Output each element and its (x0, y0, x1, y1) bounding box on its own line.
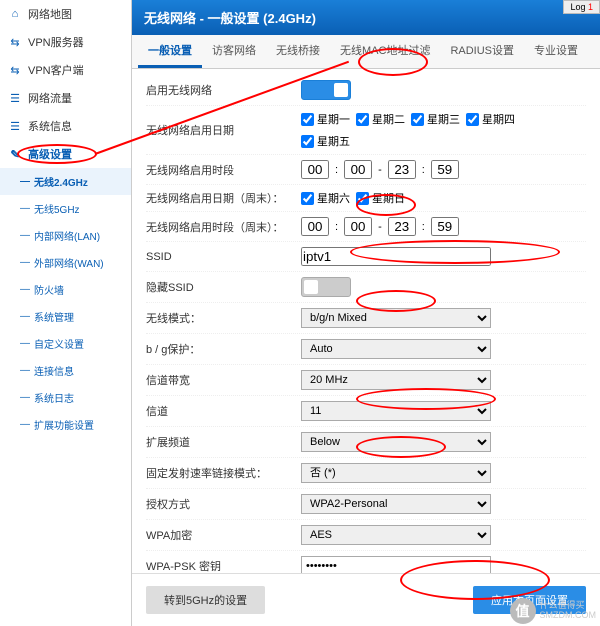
main-panel: 无线网络 - 一般设置 (2.4GHz) 一般设置 访客网络 无线桥接 无线MA… (132, 0, 600, 626)
label-schedule-date: 无线网络启用日期 (146, 122, 301, 138)
sidebar-sub-5ghz[interactable]: 无线5GHz (0, 195, 131, 222)
app-container: ⌂网络地图 ⇆VPN服务器 ⇆VPN客户端 ☰网络流量 ☰系统信息 ✎高级设置 … (0, 0, 600, 626)
label-bg: b / g保护： (146, 341, 301, 357)
wtime-to-h[interactable] (388, 217, 416, 236)
tab-general[interactable]: 一般设置 (138, 35, 202, 68)
label-schedule-time: 无线网络启用时段 (146, 162, 301, 178)
sidebar-item-traffic[interactable]: ☰网络流量 (0, 84, 131, 112)
sidebar-item-map[interactable]: ⌂网络地图 (0, 0, 131, 28)
select-bandwidth[interactable]: 20 MHz (301, 370, 491, 390)
label-ext: 扩展频道 (146, 434, 301, 450)
toggle-hide-ssid[interactable] (301, 277, 351, 297)
sidebar: ⌂网络地图 ⇆VPN服务器 ⇆VPN客户端 ☰网络流量 ☰系统信息 ✎高级设置 … (0, 0, 132, 626)
sidebar-sub-sysmanage[interactable]: 系统管理 (0, 303, 131, 330)
label-weekend-time: 无线网络启用时段（周末）： (146, 219, 301, 235)
wtime-to-m[interactable] (431, 217, 459, 236)
label-enable: 启用无线网络 (146, 82, 301, 98)
sidebar-item-vpnserver[interactable]: ⇆VPN服务器 (0, 28, 131, 56)
label-hidessid: 隐藏SSID (146, 279, 301, 295)
bars-icon: ☰ (8, 91, 22, 105)
tab-macfilter[interactable]: 无线MAC地址过滤 (330, 35, 440, 68)
sidebar-sub-conninfo[interactable]: 连接信息 (0, 357, 131, 384)
sidebar-item-vpnclient[interactable]: ⇆VPN客户端 (0, 56, 131, 84)
goto-5ghz-button[interactable]: 转到5GHz的设置 (146, 586, 265, 614)
select-bg[interactable]: Auto (301, 339, 491, 359)
select-wpa[interactable]: AES (301, 525, 491, 545)
select-mode[interactable]: b/g/n Mixed (301, 308, 491, 328)
select-auth[interactable]: WPA2-Personal (301, 494, 491, 514)
check-tue[interactable] (356, 113, 369, 126)
wtime-from-m[interactable] (344, 217, 372, 236)
label-auth: 授权方式 (146, 496, 301, 512)
check-fri[interactable] (301, 135, 314, 148)
sidebar-section-advanced[interactable]: ✎高级设置 (0, 140, 131, 168)
time-from-m[interactable] (344, 160, 372, 179)
form-body: 启用无线网络 无线网络启用日期 星期一 星期二 星期三 星期四 星期五 无线网络… (132, 69, 600, 573)
select-extchannel[interactable]: Below (301, 432, 491, 452)
label-fixed: 固定发射速率链接模式： (146, 465, 301, 481)
check-mon[interactable] (301, 113, 314, 126)
label-ssid: SSID (146, 251, 301, 263)
label-mode: 无线模式： (146, 310, 301, 326)
toggle-enable-wireless[interactable] (301, 80, 351, 100)
info-icon: ☰ (8, 119, 22, 133)
select-fixedrate[interactable]: 否 (*) (301, 463, 491, 483)
sidebar-sub-firewall[interactable]: 防火墙 (0, 276, 131, 303)
home-icon: ⌂ (8, 7, 22, 21)
tab-guest[interactable]: 访客网络 (202, 35, 266, 68)
input-ssid[interactable] (301, 247, 491, 266)
wtime-from-h[interactable] (301, 217, 329, 236)
watermark-icon: 值 (510, 598, 536, 624)
label-weekend-date: 无线网络启用日期（周末）： (146, 190, 301, 206)
wrench-icon: ✎ (8, 147, 22, 161)
sidebar-sub-lan[interactable]: 内部网络(LAN) (0, 222, 131, 249)
input-psk[interactable] (301, 556, 491, 573)
sidebar-sub-24ghz[interactable]: 无线2.4GHz (0, 168, 131, 195)
tabs: 一般设置 访客网络 无线桥接 无线MAC地址过滤 RADIUS设置 专业设置 (132, 35, 600, 69)
check-wed[interactable] (411, 113, 424, 126)
page-title: 无线网络 - 一般设置 (2.4GHz) (132, 0, 600, 35)
label-ch: 信道 (146, 403, 301, 419)
sidebar-sub-wan[interactable]: 外部网络(WAN) (0, 249, 131, 276)
sidebar-item-sysinfo[interactable]: ☰系统信息 (0, 112, 131, 140)
time-from-h[interactable] (301, 160, 329, 179)
select-channel[interactable]: 11 (301, 401, 491, 421)
swap-icon: ⇆ (8, 35, 22, 49)
time-to-h[interactable] (388, 160, 416, 179)
tab-bridge[interactable]: 无线桥接 (266, 35, 330, 68)
label-wpa: WPA加密 (146, 527, 301, 543)
tab-pro[interactable]: 专业设置 (524, 35, 588, 68)
sidebar-sub-ext[interactable]: 扩展功能设置 (0, 411, 131, 438)
log-bar: Log 1 (563, 0, 600, 14)
check-thu[interactable] (466, 113, 479, 126)
check-sun[interactable] (356, 192, 369, 205)
label-bw: 信道带宽 (146, 372, 301, 388)
sidebar-sub-syslog[interactable]: 系统日志 (0, 384, 131, 411)
tab-radius[interactable]: RADIUS设置 (440, 35, 524, 68)
swap-icon: ⇆ (8, 63, 22, 77)
watermark: 值 什么值得买 SMZDM.COM (510, 598, 597, 624)
label-psk: WPA-PSK 密钥 (146, 558, 301, 573)
check-sat[interactable] (301, 192, 314, 205)
time-to-m[interactable] (431, 160, 459, 179)
sidebar-sub-custom[interactable]: 自定义设置 (0, 330, 131, 357)
